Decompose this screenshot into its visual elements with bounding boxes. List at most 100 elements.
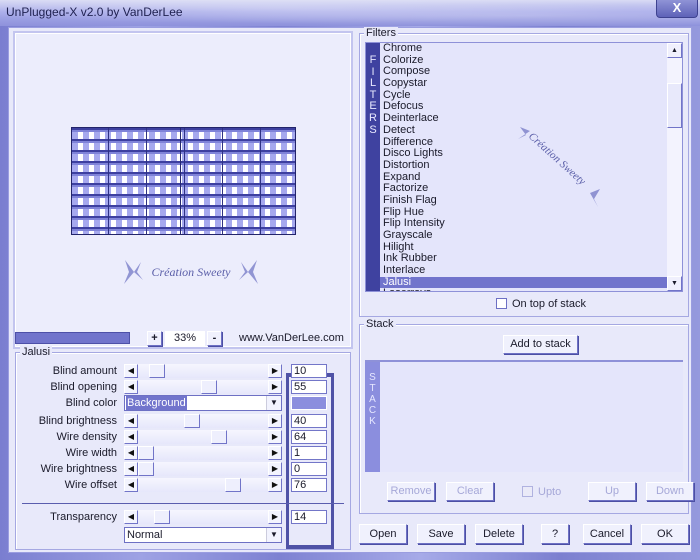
arrow-right-icon[interactable]: ▶ xyxy=(268,414,282,428)
slider-thumb[interactable] xyxy=(149,364,166,378)
window-title: UnPlugged-X v2.0 by VanDerLee xyxy=(6,5,183,19)
slider-blind-brightness[interactable]: ◀ ▶ xyxy=(124,414,282,428)
side-letter: A xyxy=(369,394,376,405)
arrow-left-icon[interactable]: ◀ xyxy=(124,446,138,460)
value-blind-opening[interactable]: 55 xyxy=(291,380,327,394)
up-button[interactable]: Up xyxy=(588,482,636,501)
param-label: Wire brightness xyxy=(40,463,117,475)
param-label: Blind amount xyxy=(52,365,117,377)
list-watermark-text: Création Sweety xyxy=(526,130,588,187)
zoom-out-button[interactable]: - xyxy=(207,331,222,346)
slider-thumb[interactable] xyxy=(138,446,154,460)
help-button[interactable]: ? xyxy=(541,524,569,544)
arrow-left-icon[interactable]: ◀ xyxy=(124,364,138,378)
slider-wire-density[interactable]: ◀ ▶ xyxy=(124,430,282,444)
cancel-button[interactable]: Cancel xyxy=(583,524,631,544)
zoom-in-button[interactable]: + xyxy=(147,331,162,346)
blend-mode-select[interactable]: Normal ▼ xyxy=(124,527,282,543)
filter-item[interactable]: Laserrays xyxy=(380,288,670,291)
slider-blind-amount[interactable]: ◀ ▶ xyxy=(124,364,282,378)
ok-button[interactable]: OK xyxy=(641,524,689,544)
chevron-down-icon[interactable]: ▼ xyxy=(266,396,281,410)
select-value: Background xyxy=(126,396,187,410)
blind-color-select[interactable]: Background ▼ xyxy=(124,395,282,411)
down-button[interactable]: Down xyxy=(646,482,694,501)
chevron-down-icon[interactable]: ▼ xyxy=(266,528,281,542)
preview-image xyxy=(71,127,296,235)
side-letter: S xyxy=(369,123,377,136)
window: UnPlugged-X v2.0 by VanDerLee X Création… xyxy=(0,0,700,560)
title-bar[interactable]: UnPlugged-X v2.0 by VanDerLee X xyxy=(0,0,700,26)
value-wire-width[interactable]: 1 xyxy=(291,446,327,460)
value-wire-brightness[interactable]: 0 xyxy=(291,462,327,476)
open-button[interactable]: Open xyxy=(359,524,407,544)
side-letter: C xyxy=(368,405,377,416)
preview-watermark: Création Sweety xyxy=(124,258,258,286)
arrow-left-icon[interactable]: ◀ xyxy=(124,478,138,492)
value-blind-amount[interactable]: 10 xyxy=(291,364,327,378)
arrow-right-icon[interactable]: ▶ xyxy=(268,430,282,444)
color-swatch[interactable] xyxy=(291,396,327,410)
value-wire-density[interactable]: 64 xyxy=(291,430,327,444)
slider-thumb[interactable] xyxy=(224,478,241,492)
slider-wire-brightness[interactable]: ◀ ▶ xyxy=(124,462,282,476)
filter-item[interactable]: Chrome xyxy=(380,43,670,55)
on-top-of-stack-checkbox[interactable] xyxy=(496,298,507,309)
save-button[interactable]: Save xyxy=(417,524,465,544)
divider xyxy=(22,503,344,504)
arrow-right-icon[interactable]: ▶ xyxy=(268,364,282,378)
website-link[interactable]: www.VanDerLee.com xyxy=(239,332,344,344)
dialog-client: Création Sweety + 33% - www.VanDerLee.co… xyxy=(8,27,694,553)
group-label: Stack xyxy=(364,318,396,330)
arrow-right-icon[interactable]: ▶ xyxy=(268,478,282,492)
watermark-text: Création Sweety xyxy=(151,265,231,279)
value-blind-brightness[interactable]: 40 xyxy=(291,414,327,428)
scroll-up-icon[interactable]: ▲ xyxy=(667,43,682,58)
slider-blind-opening[interactable]: ◀ ▶ xyxy=(124,380,282,394)
value-transparency[interactable]: 14 xyxy=(291,510,327,524)
arrow-right-icon[interactable]: ▶ xyxy=(268,510,282,524)
arrow-right-icon[interactable]: ▶ xyxy=(268,462,282,476)
arrow-left-icon[interactable]: ◀ xyxy=(124,510,138,524)
scroll-down-icon[interactable]: ▼ xyxy=(667,276,682,291)
filter-item[interactable]: Cycle xyxy=(380,89,670,102)
arrow-left-icon[interactable]: ◀ xyxy=(124,462,138,476)
upto-checkbox[interactable] xyxy=(522,486,533,497)
add-to-stack-button[interactable]: Add to stack xyxy=(503,335,578,354)
param-label: Wire width xyxy=(65,447,117,459)
filter-item[interactable]: Copystar xyxy=(380,77,670,90)
arrow-left-icon[interactable]: ◀ xyxy=(124,414,138,428)
arrow-left-icon[interactable]: ◀ xyxy=(124,430,138,444)
slider-thumb[interactable] xyxy=(200,380,217,394)
stack-side-label: S T A C K xyxy=(365,362,380,472)
close-button[interactable]: X xyxy=(656,0,698,18)
slider-transparency[interactable]: ◀ ▶ xyxy=(124,510,282,524)
clear-button[interactable]: Clear xyxy=(446,482,494,501)
arrow-right-icon[interactable]: ▶ xyxy=(268,446,282,460)
slider-wire-width[interactable]: ◀ ▶ xyxy=(124,446,282,460)
scroll-thumb[interactable] xyxy=(667,83,682,128)
filter-list[interactable]: F I L T E R S Chrome Colorize Compose Copys… xyxy=(365,42,683,292)
slider-thumb[interactable] xyxy=(138,462,154,476)
filter-item[interactable]: Interlace xyxy=(380,264,670,277)
progress-bar xyxy=(15,332,130,344)
param-label: Transparency xyxy=(50,511,117,523)
stack-list[interactable]: S T A C K xyxy=(365,360,683,472)
filters-side-label: F I L T E R S xyxy=(366,43,380,291)
value-wire-offset[interactable]: 76 xyxy=(291,478,327,492)
slider-thumb[interactable] xyxy=(153,510,170,524)
arrow-left-icon[interactable]: ◀ xyxy=(124,380,138,394)
filter-scrollbar[interactable]: ▲ ▼ xyxy=(667,43,682,291)
slider-wire-offset[interactable]: ◀ ▶ xyxy=(124,478,282,492)
remove-button[interactable]: Remove xyxy=(387,482,435,501)
close-icon: X xyxy=(672,0,682,15)
checkbox-label: Upto xyxy=(538,486,562,498)
param-label: Blind opening xyxy=(50,381,117,393)
arrow-right-icon[interactable]: ▶ xyxy=(268,380,282,394)
param-label: Blind color xyxy=(65,397,117,409)
slider-thumb[interactable] xyxy=(183,414,200,428)
delete-button[interactable]: Delete xyxy=(475,524,523,544)
stack-group: Stack Add to stack S T A C K Remove Clea… xyxy=(359,318,694,514)
slider-thumb[interactable] xyxy=(210,430,227,444)
filter-item[interactable]: Grayscale xyxy=(380,229,670,242)
